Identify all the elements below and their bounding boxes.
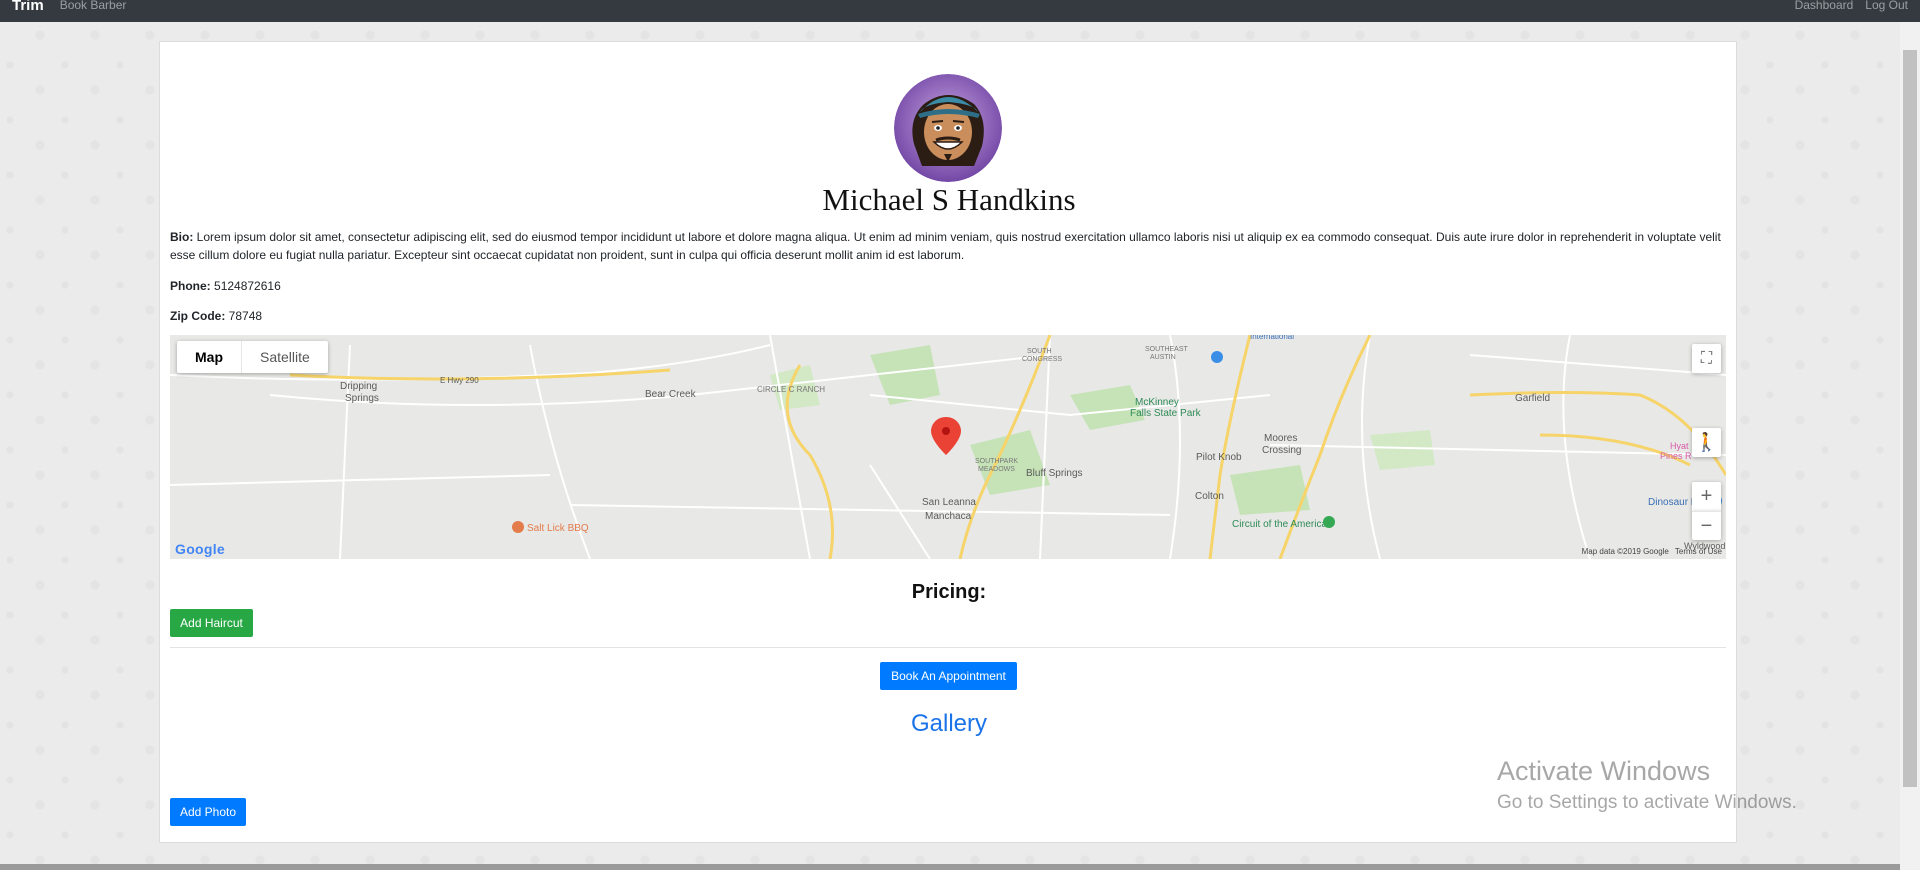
nav-link-logout[interactable]: Log Out [1865,0,1908,12]
phone-section: Phone: 5124872616 [170,277,1726,295]
pricing-title: Pricing: [911,581,987,603]
map-type-satellite[interactable]: Satellite [242,341,328,373]
svg-text:Hyat: Hyat [1670,441,1689,451]
svg-text:San Leanna: San Leanna [922,497,976,508]
svg-text:Moores: Moores [1264,433,1297,444]
bottom-edge [0,864,1900,870]
svg-text:Garfield: Garfield [1515,393,1550,404]
zip-value: 78748 [228,309,263,323]
brand-logo[interactable]: Trim [12,0,44,14]
svg-text:AUSTIN: AUSTIN [1150,354,1176,361]
map-type-map[interactable]: Map [177,341,242,373]
zoom-out-icon[interactable]: − [1692,511,1721,540]
svg-text:SOUTH: SOUTH [1027,348,1052,355]
svg-text:Circuit of the Americas: Circuit of the Americas [1232,519,1332,530]
map-type-control: Map Satellite [177,341,328,373]
add-photo-button[interactable]: Add Photo [170,798,246,826]
phone-label: Phone: [170,279,211,293]
zip-section: Zip Code: 78748 [170,307,1726,325]
barber-name: Michael S Handkins [822,182,1076,217]
svg-text:Springs: Springs [345,393,379,404]
map-data-text: Map data ©2019 Google [1581,547,1669,556]
pegman-icon[interactable]: 🚶 [1692,428,1721,457]
map-tiles[interactable]: Dripping Springs E Hwy 290 Bear Creek CI… [170,335,1726,559]
svg-text:Crossing: Crossing [1262,445,1301,456]
svg-text:CIRCLE C RANCH: CIRCLE C RANCH [757,385,825,394]
location-map[interactable]: Dripping Springs E Hwy 290 Bear Creek CI… [170,335,1726,559]
map-footer: Map data ©2019 Google Terms of Use [1582,547,1722,556]
svg-text:SOUTHEAST: SOUTHEAST [1145,346,1189,353]
profile-card: Michael S Handkins Bio: Lorem ipsum dolo… [159,41,1737,843]
windows-activation-watermark: Activate Windows Go to Settings to activ… [1497,754,1797,816]
top-navbar: Trim Book Barber Dashboard Log Out [0,0,1920,22]
map-label-dripping-springs: Dripping [340,381,377,392]
svg-text:CONGRESS: CONGRESS [1022,356,1062,363]
google-logo[interactable]: Google [175,541,225,557]
scrollbar-thumb[interactable] [1903,50,1917,787]
bio-section: Bio: Lorem ipsum dolor sit amet, consect… [170,228,1726,264]
svg-text:Bluff Springs: Bluff Springs [1026,468,1083,479]
google-logo-text: Google [175,541,226,557]
gallery-title[interactable]: Gallery [160,710,1738,738]
nav-link-dashboard[interactable]: Dashboard [1795,0,1854,12]
svg-text:McKinney: McKinney [1135,397,1179,408]
bio-text: Lorem ipsum dolor sit amet, consectetur … [170,230,1721,262]
svg-text:Pilot Knob: Pilot Knob [1196,452,1242,463]
book-appointment-button[interactable]: Book An Appointment [880,662,1017,690]
fullscreen-icon[interactable]: ⛶ [1692,344,1721,373]
divider [170,647,1726,648]
watermark-title: Activate Windows [1497,756,1711,786]
page-scrollbar[interactable] [1900,22,1920,870]
svg-text:MEADOWS: MEADOWS [978,466,1015,473]
svg-text:E Hwy 290: E Hwy 290 [440,376,479,385]
svg-text:Colton: Colton [1195,491,1224,502]
nav-link-book-barber[interactable]: Book Barber [60,0,127,12]
terms-link[interactable]: Terms of Use [1675,547,1722,556]
bio-label: Bio: [170,230,194,244]
phone-value: 5124872616 [214,279,281,293]
svg-text:Bear Creek: Bear Creek [645,389,697,400]
svg-text:International: International [1250,335,1294,341]
avatar-illustration [894,74,1002,182]
add-haircut-button[interactable]: Add Haircut [170,609,253,637]
svg-text:Pines R: Pines R [1660,451,1692,461]
avatar [894,74,1002,182]
svg-text:Manchaca: Manchaca [925,511,972,522]
svg-text:SOUTHPARK: SOUTHPARK [975,458,1018,465]
svg-text:Falls State Park: Falls State Park [1130,408,1202,419]
watermark-subtitle: Go to Settings to activate Windows. [1497,792,1797,813]
zoom-in-icon[interactable]: + [1692,482,1721,511]
zip-label: Zip Code: [170,309,226,323]
svg-text:Salt Lick BBQ: Salt Lick BBQ [527,523,589,534]
